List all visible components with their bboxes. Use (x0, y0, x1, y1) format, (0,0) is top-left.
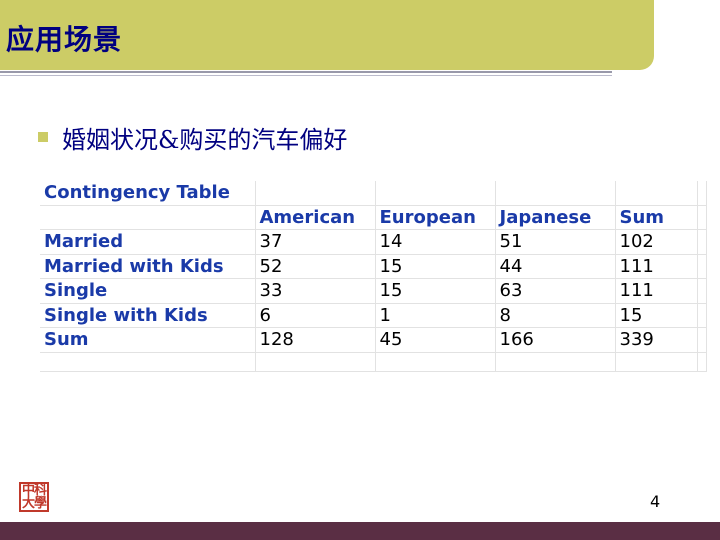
title-divider (0, 71, 612, 73)
row-label: Sum (40, 327, 256, 353)
column-header: Japanese (495, 205, 616, 230)
table-cell: 37 (255, 229, 376, 255)
column-header: American (255, 205, 376, 230)
title-bar: 应用场景 (0, 0, 654, 70)
table-header-row: American European Japanese Sum (40, 205, 707, 230)
column-header: Sum (615, 205, 698, 230)
page-number: 4 (650, 492, 661, 511)
university-seal-logo: 中 科 大 學 (19, 482, 49, 512)
table-blank-row (40, 352, 707, 372)
table-cell: 111 (615, 254, 698, 279)
row-label: Married with Kids (40, 254, 256, 279)
title-divider-thin (0, 75, 612, 76)
table-cell: 15 (375, 278, 496, 304)
table-title: Contingency Table (40, 181, 256, 206)
table-cell: 15 (615, 303, 698, 328)
column-header: European (375, 205, 496, 230)
table-cell: 15 (375, 254, 496, 279)
table-row: Sum 128 45 166 339 (40, 327, 707, 353)
slide-title: 应用场景 (6, 23, 123, 56)
row-label: Single (40, 278, 256, 304)
row-label: Single with Kids (40, 303, 256, 328)
table-title-row: Contingency Table (40, 181, 707, 206)
table-cell: 51 (495, 229, 616, 255)
table-cell: 45 (375, 327, 496, 353)
table-cell: 6 (255, 303, 376, 328)
bullet-text: 婚姻状况&购买的汽车偏好 (62, 126, 348, 154)
table-cell: 8 (495, 303, 616, 328)
table-cell: 52 (255, 254, 376, 279)
footer-bar (0, 522, 720, 540)
row-label: Married (40, 229, 256, 255)
table-cell: 63 (495, 278, 616, 304)
contingency-table: Contingency Table American European Japa… (40, 181, 707, 372)
table-cell: 128 (255, 327, 376, 353)
table-row: Single 33 15 63 111 (40, 278, 707, 304)
table-cell: 102 (615, 229, 698, 255)
table-cell: 1 (375, 303, 496, 328)
table-row: Single with Kids 6 1 8 15 (40, 303, 707, 328)
table-row: Married with Kids 52 15 44 111 (40, 254, 707, 279)
table-cell: 111 (615, 278, 698, 304)
table-cell: 166 (495, 327, 616, 353)
bullet-square-icon (38, 132, 48, 142)
table-cell: 44 (495, 254, 616, 279)
table-cell: 33 (255, 278, 376, 304)
table-cell: 14 (375, 229, 496, 255)
table-row: Married 37 14 51 102 (40, 229, 707, 255)
table-cell: 339 (615, 327, 698, 353)
